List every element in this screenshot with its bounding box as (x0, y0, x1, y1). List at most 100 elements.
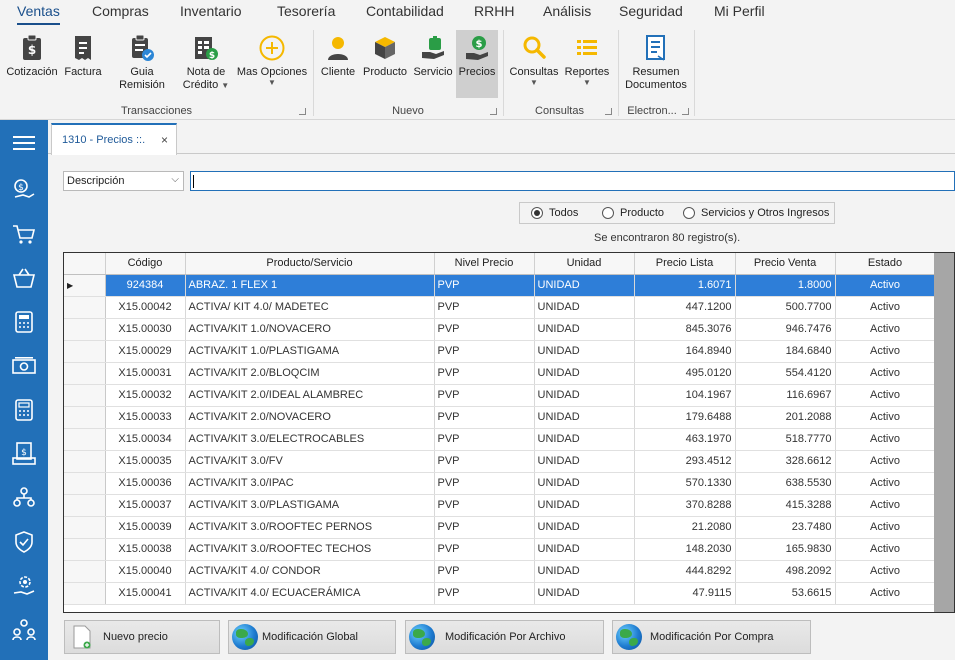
users-group-icon[interactable] (9, 615, 39, 645)
row-indicator (64, 406, 106, 429)
hand-dollar-icon[interactable]: $ (9, 175, 39, 205)
table-cell: PVP (434, 406, 535, 429)
menu-inventario[interactable]: Inventario (180, 0, 241, 26)
menu-rrhh[interactable]: RRHH (474, 0, 514, 26)
spreadsheet-dollar-icon: $ (191, 30, 221, 66)
group-launcher-icon[interactable] (605, 108, 612, 115)
column-header[interactable]: Precio Venta (735, 253, 836, 275)
precios-button[interactable]: $ Precios (456, 30, 498, 98)
hand-coin-icon: $ (462, 30, 492, 66)
prices-grid: Código Producto/Servicio Nivel Precio Un… (63, 252, 955, 613)
document-tabstrip: 1310 - Precios ::. × (48, 120, 955, 155)
table-cell: Activo (835, 472, 936, 495)
column-header[interactable]: Nivel Precio (434, 253, 535, 275)
consultas-button[interactable]: Consultas ▼ (508, 30, 560, 87)
table-row[interactable]: X15.00036 ACTIVA/KIT 3.0/IPAC PVP UNIDAD 570… (64, 472, 936, 495)
nota-credito-button[interactable]: $ Nota de Crédito ▼ (182, 30, 230, 92)
cotizacion-button[interactable]: $ Cotización (5, 30, 59, 79)
resumen-documentos-button[interactable]: Resumen Documentos (623, 30, 689, 92)
column-header[interactable]: Producto/Servicio (185, 253, 435, 275)
search-field-select[interactable]: Descripción ⌵ (63, 171, 184, 191)
column-header[interactable]: Unidad (534, 253, 635, 275)
globe-icon (409, 624, 435, 650)
menu-analisis[interactable]: Análisis (543, 0, 591, 26)
table-cell: UNIDAD (534, 296, 635, 319)
group-launcher-icon[interactable] (682, 108, 689, 115)
nuevo-precio-button[interactable]: Nuevo precio (64, 620, 220, 654)
table-cell: PVP (434, 362, 535, 385)
reportes-button[interactable]: Reportes ▼ (563, 30, 611, 87)
cliente-button[interactable]: Cliente (318, 30, 358, 79)
table-row[interactable]: X15.00038 ACTIVA/KIT 3.0/ROOFTEC TECHOS PV… (64, 538, 936, 561)
servicio-label: Servicio (413, 66, 453, 78)
vertical-scrollbar[interactable] (934, 253, 954, 612)
table-cell: UNIDAD (534, 494, 635, 517)
search-input[interactable] (190, 171, 955, 191)
table-row[interactable]: X15.00031 ACTIVA/KIT 2.0/BLOQCIM PVP UNIDAD… (64, 362, 936, 385)
chevron-down-icon: ⌵ (171, 174, 179, 185)
resumen-label-1: Resumen (632, 66, 680, 78)
row-indicator (64, 384, 106, 407)
table-cell: X15.00033 (105, 406, 186, 429)
calculator-icon[interactable] (9, 395, 39, 425)
column-header[interactable]: Estado (835, 253, 936, 275)
table-row[interactable]: X15.00039 ACTIVA/KIT 3.0/ROOFTEC PERNOS PV… (64, 516, 936, 539)
mas-opciones-button[interactable]: Mas Opciones ▼ (236, 30, 308, 87)
table-cell: 47.9115 (634, 582, 736, 605)
modificacion-global-button[interactable]: Modificación Global (228, 620, 396, 654)
menu-seguridad[interactable]: Seguridad (619, 0, 683, 26)
modificacion-compra-button[interactable]: Modificación Por Compra (612, 620, 811, 654)
menu-contabilidad[interactable]: Contabilidad (366, 0, 444, 26)
table-row[interactable]: X15.00034 ACTIVA/KIT 3.0/ELECTROCABLES PVP… (64, 428, 936, 451)
radio-todos[interactable]: Todos (531, 207, 578, 219)
hand-bag-icon (418, 30, 448, 66)
menu-mi-perfil[interactable]: Mi Perfil (714, 0, 765, 26)
basket-icon[interactable] (9, 263, 39, 293)
table-row[interactable]: X15.00037 ACTIVA/KIT 3.0/PLASTIGAMA PVP UNI… (64, 494, 936, 517)
table-cell: PVP (434, 340, 535, 363)
table-row[interactable]: X15.00041 ACTIVA/KIT 4.0/ ECUACERÁMICA PVP… (64, 582, 936, 605)
table-row[interactable]: X15.00033 ACTIVA/KIT 2.0/NOVACERO PVP UNIDA… (64, 406, 936, 429)
shield-check-icon[interactable] (9, 527, 39, 557)
servicio-button[interactable]: Servicio (411, 30, 455, 79)
factura-label: Factura (64, 66, 102, 78)
menu-compras[interactable]: Compras (92, 0, 149, 26)
hamburger-menu-icon[interactable] (9, 128, 39, 158)
svg-text:$: $ (21, 448, 27, 458)
close-icon[interactable]: × (161, 133, 168, 147)
organization-icon[interactable] (9, 483, 39, 513)
column-header[interactable]: Código (105, 253, 186, 275)
cash-icon[interactable] (9, 351, 39, 381)
menu-tesoreria[interactable]: Tesorería (277, 0, 335, 26)
table-cell: 148.2030 (634, 538, 736, 561)
globe-icon (232, 624, 258, 650)
table-row[interactable]: X15.00029 ACTIVA/KIT 1.0/PLASTIGAMA PVP UNI… (64, 340, 936, 363)
radio-servicios[interactable]: Servicios y Otros Ingresos (683, 207, 829, 219)
table-row[interactable]: X15.00032 ACTIVA/KIT 2.0/IDEAL ALAMBREC PV… (64, 384, 936, 407)
group-launcher-icon[interactable] (299, 108, 306, 115)
row-indicator (64, 516, 106, 539)
calculator-icon[interactable] (9, 307, 39, 337)
table-row[interactable]: X15.00042 ACTIVA/ KIT 4.0/ MADETEC PVP UNID… (64, 296, 936, 319)
tab-precios[interactable]: 1310 - Precios ::. × (51, 123, 177, 155)
table-row[interactable]: X15.00035 ACTIVA/KIT 3.0/FV PVP UNIDAD 293.4… (64, 450, 936, 473)
table-cell: UNIDAD (534, 362, 635, 385)
group-launcher-icon[interactable] (490, 108, 497, 115)
producto-button[interactable]: Producto (361, 30, 409, 79)
nota-credito-label-2: Crédito ▼ (183, 79, 229, 92)
column-header[interactable]: Precio Lista (634, 253, 736, 275)
table-cell: PVP (434, 274, 535, 297)
radio-producto[interactable]: Producto (602, 207, 664, 219)
table-row[interactable]: X15.00030 ACTIVA/KIT 1.0/NOVACERO PVP UNIDA… (64, 318, 936, 341)
factura-button[interactable]: Factura (62, 30, 104, 79)
table-row[interactable]: ▶ 924384 ABRAZ. 1 FLEX 1 PVP UNIDAD 1.6071 1.8… (64, 274, 936, 297)
guia-remision-button[interactable]: Guia Remisión (108, 30, 176, 92)
modificacion-archivo-button[interactable]: Modificación Por Archivo (405, 620, 604, 654)
cart-icon[interactable] (9, 219, 39, 249)
invoice-icon[interactable]: $ (9, 439, 39, 469)
menu-ventas[interactable]: Ventas (17, 0, 60, 26)
table-row[interactable]: X15.00040 ACTIVA/KIT 4.0/ CONDOR PVP UNIDAD… (64, 560, 936, 583)
gear-hand-icon[interactable] (9, 571, 39, 601)
table-cell: X15.00036 (105, 472, 186, 495)
chevron-down-icon: ▼ (268, 78, 276, 87)
